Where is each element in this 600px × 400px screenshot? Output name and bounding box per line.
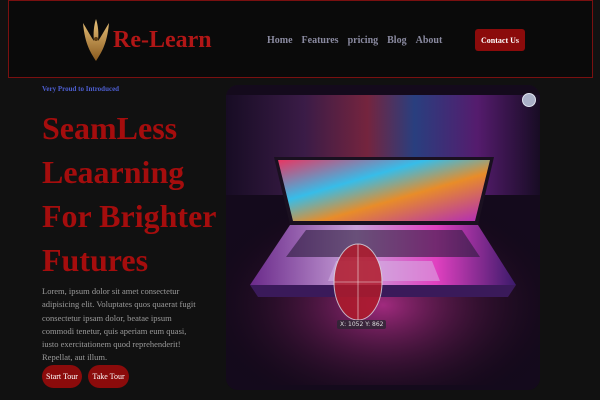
hero-title-line: Futures xyxy=(42,242,149,278)
hero-title: SeamLess Leaarning For Brighter Futures xyxy=(42,106,222,282)
take-tour-button[interactable]: Take Tour xyxy=(88,365,129,388)
contact-us-button[interactable]: Contact Us xyxy=(475,29,525,51)
laptop-hero-image xyxy=(226,85,540,390)
hero-title-line: SeamLess xyxy=(42,110,178,146)
nav-about[interactable]: About xyxy=(416,35,443,46)
start-tour-button[interactable]: Start Tour xyxy=(42,365,82,388)
hero-title-line: Leaarning xyxy=(42,154,185,190)
main-nav: Home Features pricing Blog About xyxy=(267,35,442,46)
brand-name[interactable]: Re-Learn xyxy=(113,27,212,54)
hero-description: Lorem, ipsum dolor sit amet consectetur … xyxy=(42,286,196,363)
coordinate-readout: X: 1052 Y: 862 xyxy=(337,320,387,329)
hero-eyebrow: Very Proud to Introduced xyxy=(42,85,120,93)
nav-blog[interactable]: Blog xyxy=(387,35,406,46)
hero-title-line: For Brighter xyxy=(42,198,217,234)
site-header: Re-Learn Home Features pricing Blog Abou… xyxy=(8,0,593,78)
media-control-icon[interactable] xyxy=(522,93,536,107)
phoenix-logo-icon[interactable] xyxy=(81,17,111,63)
laptop-illustration xyxy=(226,85,540,390)
nav-pricing[interactable]: pricing xyxy=(348,35,379,46)
nav-home[interactable]: Home xyxy=(267,35,293,46)
nav-features[interactable]: Features xyxy=(302,35,339,46)
